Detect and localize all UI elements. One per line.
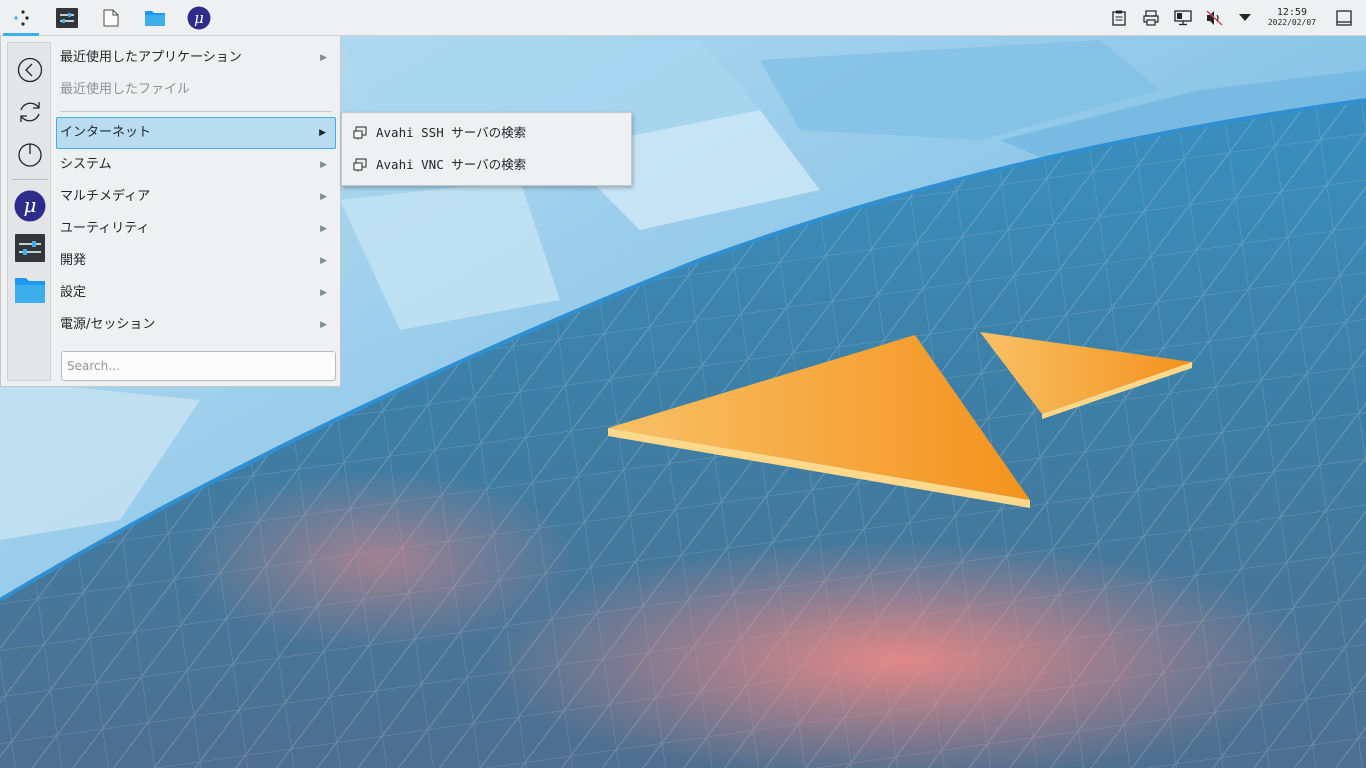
document-icon xyxy=(103,9,119,27)
network-tray[interactable] xyxy=(1171,6,1195,30)
menu-item-utilities[interactable]: ユーティリティ ▶ xyxy=(56,213,336,245)
power-icon xyxy=(18,143,42,167)
menu-item-internet[interactable]: インターネット ▶ xyxy=(56,117,336,149)
clipboard-tray[interactable] xyxy=(1107,6,1131,30)
system-settings-favorite[interactable] xyxy=(13,231,47,265)
svg-text:μ: μ xyxy=(24,193,37,217)
show-desktop-button[interactable] xyxy=(1332,6,1356,30)
menu-item-label: 開発 xyxy=(60,253,87,268)
clock-date: 2022/02/07 xyxy=(1267,18,1316,27)
mu-icon: μ xyxy=(187,6,211,30)
submenu-item-avahi-ssh[interactable]: Avahi SSH サーバの検索 xyxy=(350,118,625,148)
folder-icon xyxy=(145,11,165,26)
submenu-item-avahi-vnc[interactable]: Avahi VNC サーバの検索 xyxy=(350,150,625,180)
refresh-button[interactable] xyxy=(13,95,47,129)
remote-desktop-icon xyxy=(353,126,367,140)
menu-item-development[interactable]: 開発 ▶ xyxy=(56,245,336,277)
volume-tray[interactable] xyxy=(1203,6,1227,30)
back-icon xyxy=(17,57,43,83)
refresh-icon xyxy=(20,102,40,122)
submenu-arrow-icon: ▶ xyxy=(319,128,326,138)
submenu-item-label: Avahi SSH サーバの検索 xyxy=(376,125,527,140)
submenu-arrow-icon: ▶ xyxy=(320,256,327,266)
menu-item-label: システム xyxy=(60,157,112,172)
top-panel: μ 12:59 2022/02/07 xyxy=(0,0,1366,36)
file-manager-favorite[interactable] xyxy=(13,273,47,307)
internet-submenu: Avahi SSH サーバの検索 Avahi VNC サーバの検索 xyxy=(341,112,632,186)
submenu-arrow-icon: ▶ xyxy=(320,320,327,330)
expand-tray-button[interactable] xyxy=(1233,6,1257,30)
search-input[interactable] xyxy=(61,351,336,381)
file-manager-launcher[interactable] xyxy=(140,4,170,32)
mu-icon: μ xyxy=(14,190,46,222)
menu-item-label: インターネット xyxy=(60,125,152,140)
settings-sliders-icon xyxy=(56,8,78,28)
text-editor-launcher[interactable] xyxy=(96,4,126,32)
clipboard-icon xyxy=(1112,10,1126,26)
printer-tray[interactable] xyxy=(1139,6,1163,30)
submenu-arrow-icon: ▶ xyxy=(320,53,327,63)
menu-item-system[interactable]: システム ▶ xyxy=(56,149,336,181)
favorites-sidebar: μ xyxy=(7,42,51,381)
remote-desktop-icon xyxy=(353,158,367,172)
application-launcher-button[interactable] xyxy=(3,4,39,36)
svg-text:μ: μ xyxy=(194,9,204,27)
menu-separator xyxy=(60,111,332,112)
menu-item-recent-apps[interactable]: 最近使用したアプリケーション ▶ xyxy=(56,42,336,74)
mu-app-launcher[interactable]: μ xyxy=(184,4,214,32)
application-menu: μ 最近使用したアプリケーション ▶ 最近使用したファイル インターネット ▶ … xyxy=(0,36,341,387)
menu-item-multimedia[interactable]: マルチメディア ▶ xyxy=(56,181,336,213)
printer-icon xyxy=(1143,10,1159,26)
expand-tray-icon xyxy=(1239,14,1251,21)
menu-item-label: 設定 xyxy=(60,285,87,300)
menu-item-recent-files: 最近使用したファイル xyxy=(56,74,336,106)
menu-item-power-session[interactable]: 電源/セッション ▶ xyxy=(56,309,336,341)
menu-item-label: 最近使用したアプリケーション xyxy=(60,50,242,65)
volume-muted-icon xyxy=(1206,10,1223,26)
network-icon xyxy=(1174,10,1192,26)
folder-icon xyxy=(15,278,45,303)
menu-item-label: マルチメディア xyxy=(60,189,151,204)
menu-item-settings[interactable]: 設定 ▶ xyxy=(56,277,336,309)
submenu-arrow-icon: ▶ xyxy=(320,224,327,234)
mu-app-favorite[interactable]: μ xyxy=(13,189,47,223)
power-button[interactable] xyxy=(13,137,47,171)
digital-clock[interactable]: 12:59 2022/02/07 xyxy=(1268,8,1316,28)
kde-launcher-icon xyxy=(14,10,29,26)
favorites-separator xyxy=(12,179,48,180)
submenu-item-label: Avahi VNC サーバの検索 xyxy=(376,157,527,172)
submenu-arrow-icon: ▶ xyxy=(320,288,327,298)
submenu-arrow-icon: ▶ xyxy=(320,192,327,202)
menu-item-label: 最近使用したファイル xyxy=(60,82,191,97)
back-button[interactable] xyxy=(13,53,47,87)
submenu-arrow-icon: ▶ xyxy=(320,160,327,170)
settings-sliders-icon xyxy=(15,234,45,262)
menu-item-label: 電源/セッション xyxy=(60,317,156,332)
menu-item-label: ユーティリティ xyxy=(60,221,150,236)
show-desktop-icon xyxy=(1336,10,1352,26)
system-settings-launcher[interactable] xyxy=(52,4,82,32)
clock-time: 12:59 xyxy=(1276,7,1307,18)
